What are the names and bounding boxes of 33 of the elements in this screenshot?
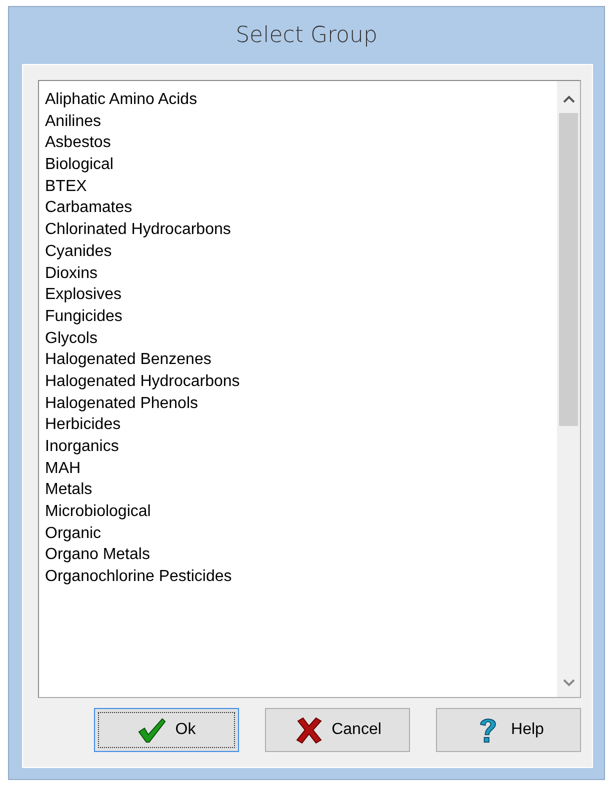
list-item[interactable]: Glycols <box>45 328 557 350</box>
list-item[interactable]: MAH <box>45 458 557 480</box>
list-item[interactable]: Halogenated Hydrocarbons <box>45 370 557 393</box>
list-item[interactable]: Asbestos <box>45 132 557 154</box>
scroll-down-icon[interactable] <box>562 679 574 687</box>
window-title: Select Group <box>234 22 378 50</box>
checkmark-icon <box>137 716 168 744</box>
help-button[interactable]: Help <box>436 708 581 752</box>
cancel-button[interactable]: Cancel <box>265 708 410 752</box>
list-item[interactable]: Fungicides <box>45 306 557 328</box>
scroll-thumb[interactable] <box>559 113 578 426</box>
list-item[interactable]: Halogenated Phenols <box>45 392 557 414</box>
ok-button[interactable]: Ok <box>94 708 239 752</box>
scroll-up-icon[interactable] <box>562 95 574 103</box>
list-item[interactable]: Metals <box>45 479 557 502</box>
list-item[interactable]: Halogenated Benzenes <box>45 349 557 371</box>
list-item[interactable]: Inorganics <box>45 436 557 458</box>
list-item[interactable]: Carbamates <box>45 197 557 220</box>
list-item[interactable]: Biological <box>45 154 557 176</box>
list-item[interactable]: Explosives <box>45 284 557 306</box>
list-item[interactable]: Organo Metals <box>45 544 557 566</box>
list-item[interactable]: Organochlorine Pesticides <box>45 566 557 588</box>
list-item[interactable]: Aliphatic Amino Acids <box>45 89 557 111</box>
list-item[interactable]: Chlorinated Hydrocarbons <box>45 219 557 241</box>
cross-icon <box>294 716 324 744</box>
list-item[interactable]: Cyanides <box>45 240 557 262</box>
list-item[interactable]: BTEX <box>45 176 557 198</box>
list-item[interactable]: Microbiological <box>45 501 557 523</box>
list-item[interactable]: Dioxins <box>45 262 557 284</box>
list-item[interactable]: Organic <box>45 522 557 544</box>
list-item[interactable]: Herbicides <box>45 414 557 436</box>
list-item[interactable]: Anilines <box>45 110 557 132</box>
scrollbar[interactable] <box>557 81 580 697</box>
